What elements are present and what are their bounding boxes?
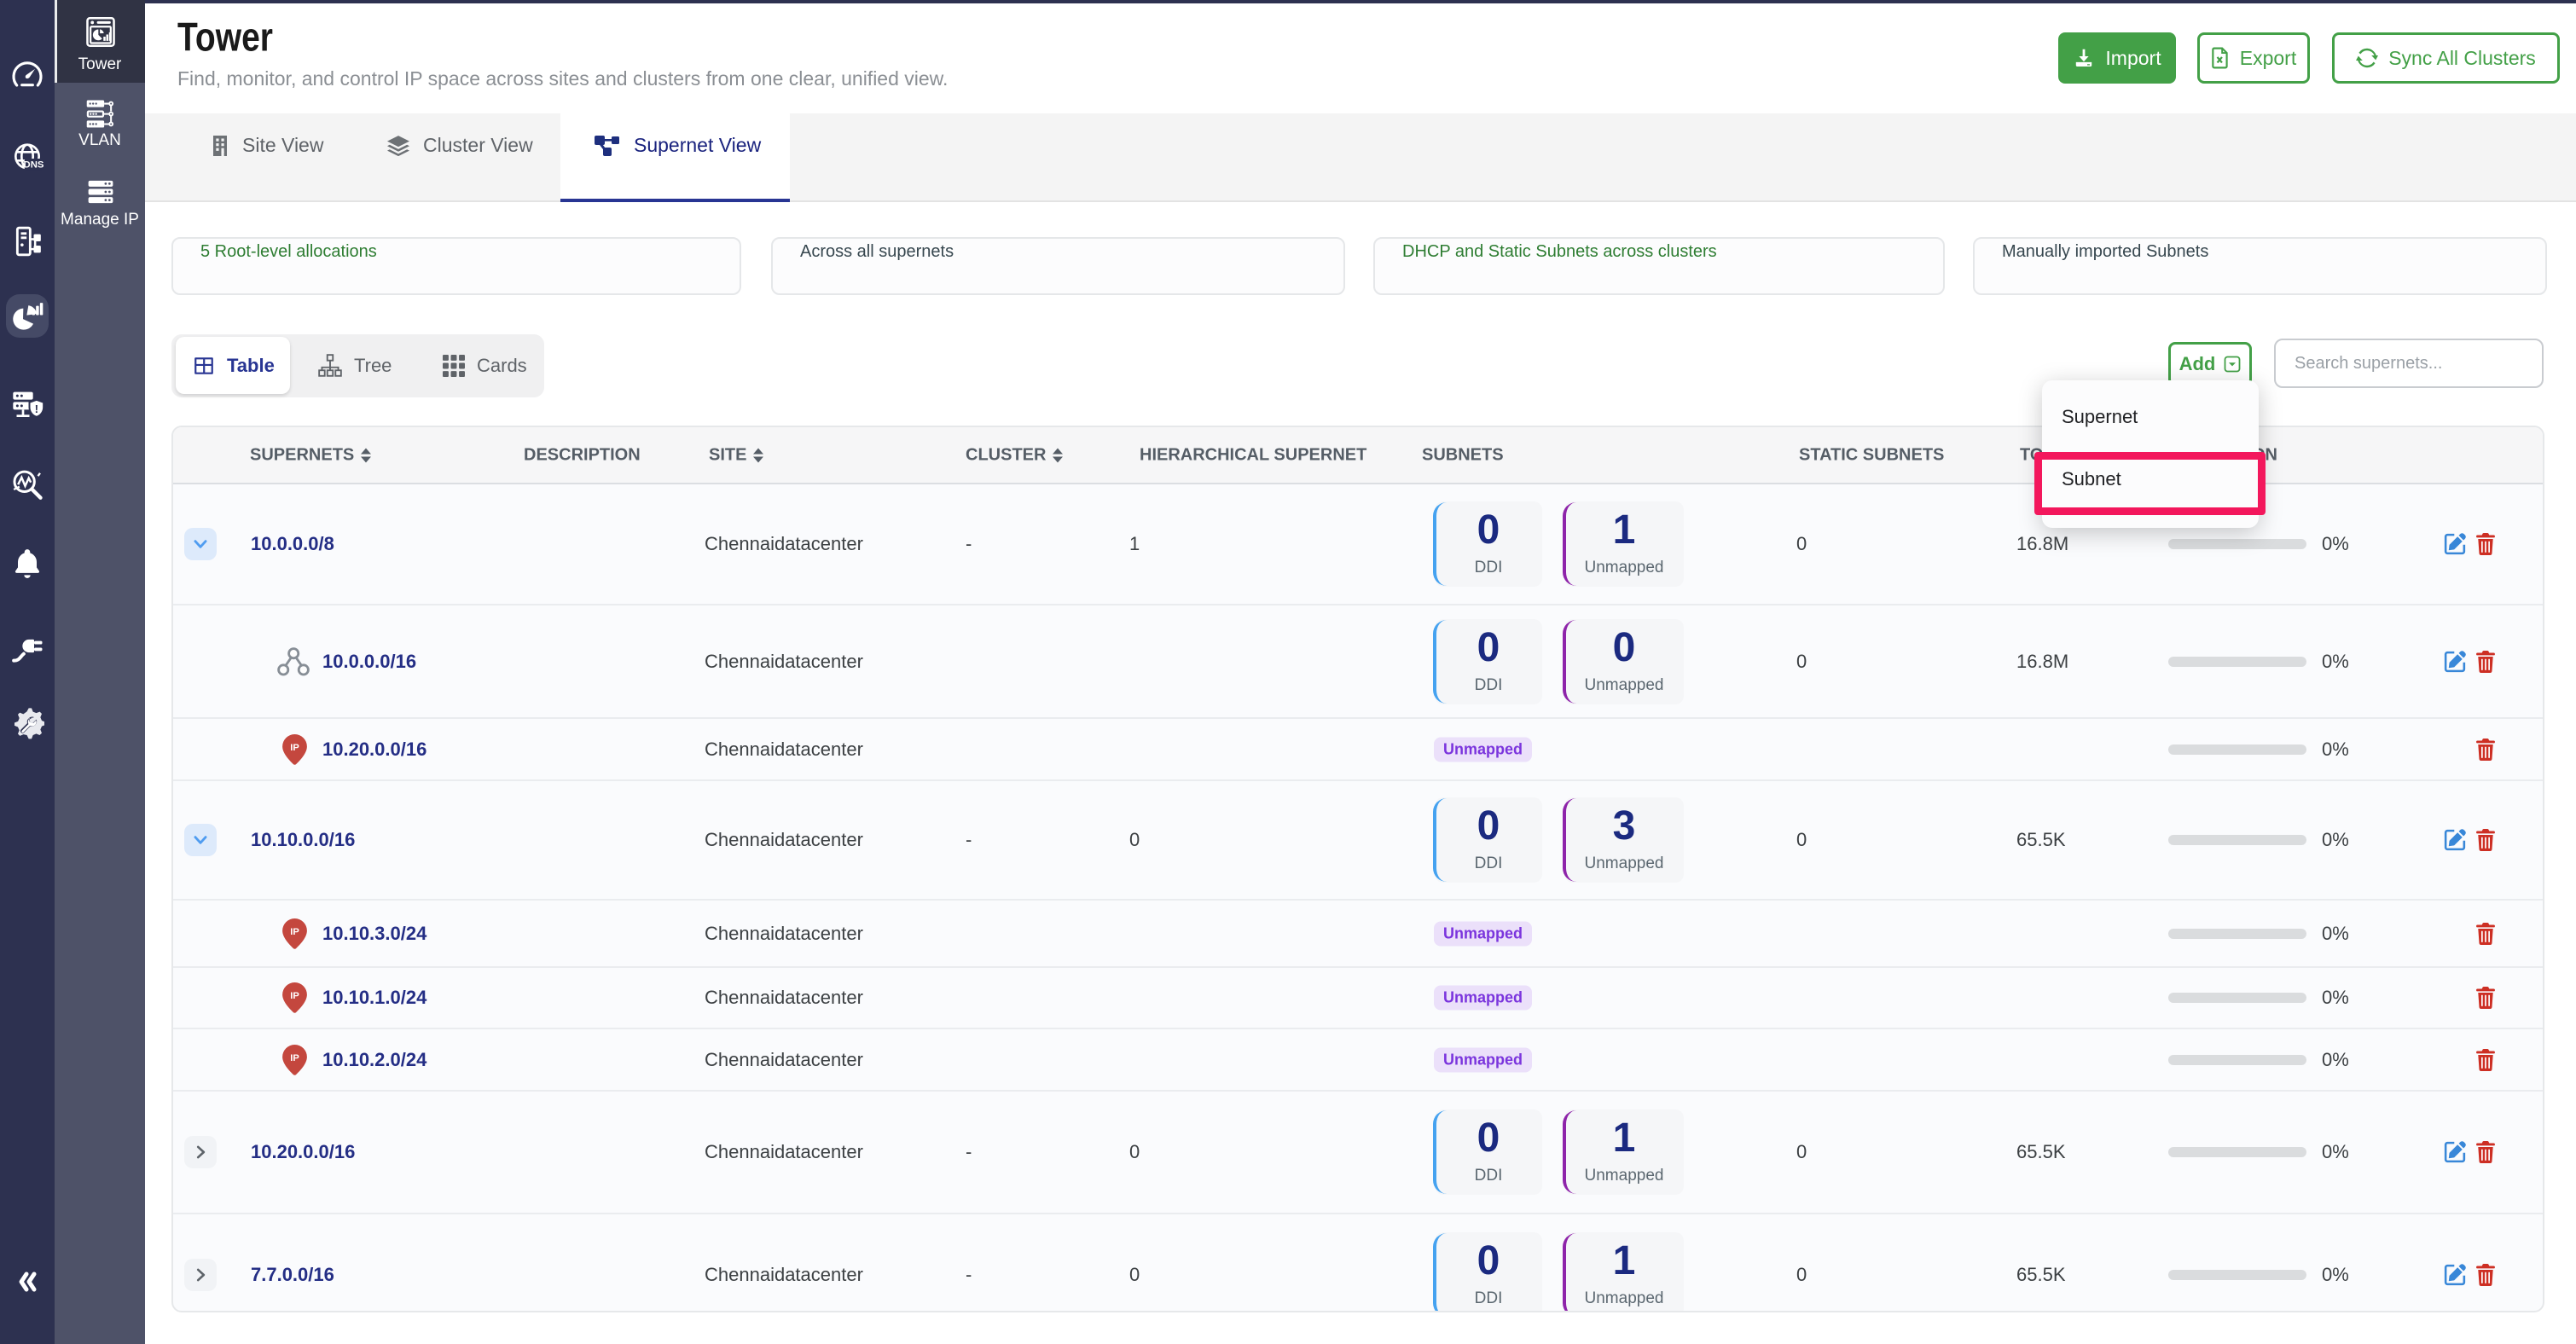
svg-text:!: ! (35, 403, 38, 415)
svg-text:DNS: DNS (24, 159, 44, 170)
svg-text:IP: IP (290, 927, 299, 937)
svg-text:IP: IP (290, 743, 299, 753)
svg-text:IP: IP (290, 991, 299, 1001)
svg-text:IP: IP (290, 1053, 299, 1063)
